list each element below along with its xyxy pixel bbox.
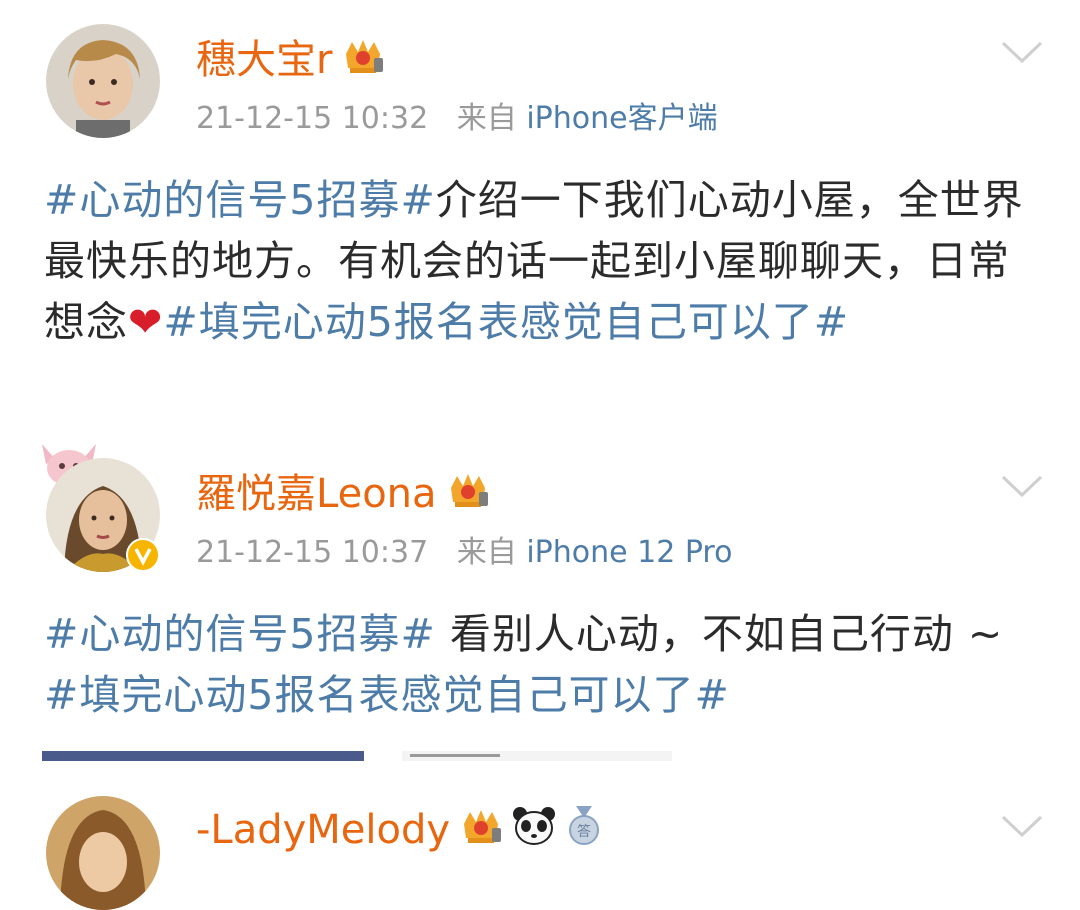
crown-badge-icon — [460, 806, 502, 853]
timestamp: 21-12-15 10:37 — [196, 535, 429, 570]
verified-v-icon — [126, 538, 160, 576]
avatar-1[interactable] — [46, 24, 160, 138]
crown-badge-icon — [342, 36, 384, 83]
username-2-text[interactable]: 羅悦嘉Leona — [196, 474, 437, 514]
hashtag-link[interactable]: #心动的信号5招募# — [44, 176, 436, 224]
post-2-text: #心动的信号5招募# 看别人心动，不如自己行动 ~ #填完心动5报名表感觉自己可… — [44, 604, 1044, 726]
avatar-3[interactable] — [46, 796, 160, 910]
username-2[interactable]: 羅悦嘉Leona — [196, 470, 489, 517]
image-thumbnails-strip[interactable] — [42, 748, 742, 761]
medal-icon: 答 — [566, 806, 602, 853]
chevron-down-icon[interactable] — [1000, 40, 1044, 70]
source-link[interactable]: iPhone 12 Pro — [526, 535, 732, 570]
heart-emoji: ❤ — [128, 298, 164, 346]
chevron-down-icon[interactable] — [1000, 814, 1044, 844]
panda-icon — [512, 806, 556, 853]
post-text: 看别人心动，不如自己行动 ~ — [435, 610, 1004, 658]
hashtag-link[interactable]: #心动的信号5招募# — [44, 610, 436, 658]
post-1-meta: 21-12-15 10:32 来自 iPhone客户端 — [196, 104, 718, 134]
source-link[interactable]: iPhone客户端 — [526, 101, 717, 136]
post-1-text: #心动的信号5招募#介绍一下我们心动小屋，全世界最快乐的地方。有机会的话一起到小… — [44, 170, 1044, 353]
post-2-meta: 21-12-15 10:37 来自 iPhone 12 Pro — [196, 538, 732, 568]
chevron-down-icon[interactable] — [1000, 474, 1044, 504]
username-1-text[interactable]: 穗大宝r — [196, 40, 332, 80]
crown-badge-icon — [447, 470, 489, 517]
svg-text:答: 答 — [577, 823, 591, 840]
hashtag-link[interactable]: #填完心动5报名表感觉自己可以了# — [163, 298, 849, 346]
from-label: 来自 — [456, 535, 517, 570]
timestamp: 21-12-15 10:32 — [196, 101, 429, 136]
from-label: 来自 — [456, 101, 517, 136]
username-1[interactable]: 穗大宝r — [196, 36, 384, 83]
username-3[interactable]: -LadyMelody 答 — [196, 806, 602, 853]
hashtag-link[interactable]: #填完心动5报名表感觉自己可以了# — [44, 671, 730, 719]
